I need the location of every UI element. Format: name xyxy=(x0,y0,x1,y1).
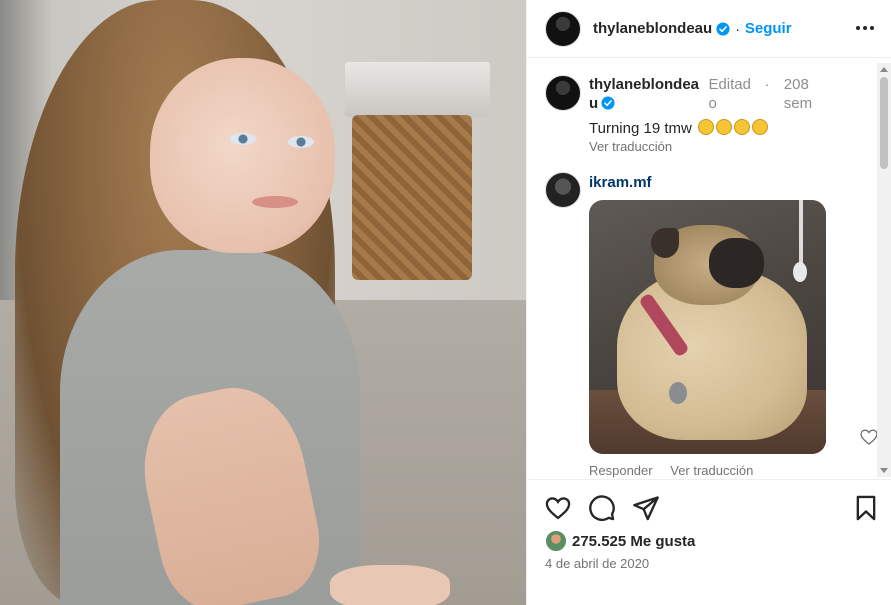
photo-papers xyxy=(345,62,490,117)
gif-ball xyxy=(793,262,807,282)
caption-meta: Editado · 208 sem xyxy=(708,75,817,113)
photo-lips xyxy=(252,196,298,208)
likes-row[interactable]: 275.525 Me gusta xyxy=(545,530,695,552)
caption-text-block: thylaneblondeau Editado · 208 sem Turnin… xyxy=(589,75,869,154)
commenter-avatar[interactable] xyxy=(545,172,581,208)
photo-hand xyxy=(330,565,450,605)
caption-translate-link[interactable]: Ver traducción xyxy=(589,139,869,154)
photo-left-eye xyxy=(230,133,256,145)
caption-avatar[interactable] xyxy=(545,75,581,111)
header-user-block: thylaneblondeau · Seguir xyxy=(593,20,792,37)
verified-badge-icon xyxy=(716,21,730,36)
photo-face xyxy=(150,58,335,253)
comment-icon[interactable] xyxy=(588,494,616,522)
pleading-emoji-icon xyxy=(734,119,750,135)
caption-meta-row: thylaneblondeau Editado · 208 sem xyxy=(589,75,869,113)
photo-basket xyxy=(352,115,472,280)
edited-label: Editado xyxy=(708,76,751,112)
bookmark-icon[interactable] xyxy=(852,494,880,522)
comments-scrollbar[interactable] xyxy=(877,63,891,477)
author-username[interactable]: thylaneblondeau xyxy=(593,20,712,37)
commenter-username[interactable]: ikram.mf xyxy=(589,174,652,191)
grinning-sweat-emoji-icon xyxy=(698,119,714,135)
scroll-up-arrow-icon[interactable] xyxy=(880,67,888,72)
comments-list[interactable]: thylaneblondeau Editado · 208 sem Turnin… xyxy=(527,59,891,479)
post-side-panel: thylaneblondeau · Seguir thylaneblondeau… xyxy=(526,0,891,605)
post-header: thylaneblondeau · Seguir xyxy=(527,0,891,58)
header-separator: · xyxy=(735,20,740,37)
verified-badge-icon xyxy=(601,96,615,110)
gif-pug-mask xyxy=(709,238,764,288)
post-date[interactable]: 4 de abril de 2020 xyxy=(545,556,649,571)
gif-pug-ear xyxy=(651,228,679,258)
scroll-down-arrow-icon[interactable] xyxy=(880,468,888,473)
post-photo[interactable] xyxy=(0,0,526,605)
heart-icon[interactable] xyxy=(544,494,572,522)
caption-body: Turning 19 tmw xyxy=(589,119,869,137)
grinning-sweat-emoji-icon xyxy=(716,119,732,135)
pleading-emoji-icon xyxy=(752,119,768,135)
scrollbar-thumb[interactable] xyxy=(880,77,888,169)
comment-gif-pug[interactable] xyxy=(589,200,826,454)
comment-translate-link[interactable]: Ver traducción xyxy=(670,463,753,478)
reply-button[interactable]: Responder xyxy=(589,463,653,478)
caption-username[interactable]: thylaneblondeau xyxy=(589,75,704,113)
follow-button[interactable]: Seguir xyxy=(745,20,792,37)
caption-text: Turning 19 tmw xyxy=(589,120,692,137)
likes-count[interactable]: 275.525 Me gusta xyxy=(572,533,695,550)
more-options-icon[interactable] xyxy=(854,17,876,39)
comment-heart-icon[interactable] xyxy=(859,427,879,447)
caption-separator: · xyxy=(764,76,770,93)
post-actions: 275.525 Me gusta 4 de abril de 2020 xyxy=(527,479,891,605)
time-ago[interactable]: 208 sem xyxy=(784,75,818,113)
comment-actions: Responder Ver traducción xyxy=(589,463,767,478)
send-icon[interactable] xyxy=(632,494,660,522)
author-avatar[interactable] xyxy=(545,10,581,47)
liker-avatar xyxy=(545,530,567,552)
photo-right-eye xyxy=(288,136,314,148)
gif-pug-tag xyxy=(669,382,687,404)
